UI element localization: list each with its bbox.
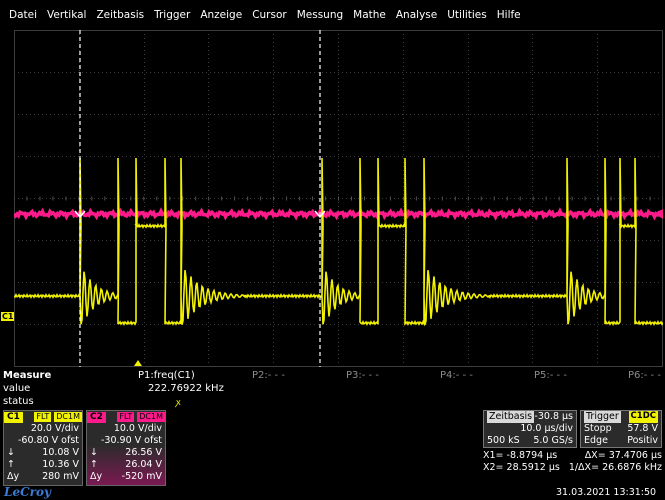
x2-value: 28.5912 µs — [506, 462, 560, 473]
channel-1-tag: C1 — [4, 411, 23, 423]
channel-1-panel[interactable]: C1 FLT DC1M 20.0 V/div -60.80 V ofst ↓ 10… — [3, 410, 83, 486]
datetime: 31.03.2021 13:31:50 — [556, 487, 657, 498]
p6-label[interactable]: P6:- - - — [628, 370, 661, 381]
channel-2-level-marker — [655, 209, 663, 219]
trigger-panel[interactable]: Trigger C1DC Stopp 57.8 V Edge Positiv — [580, 410, 662, 448]
c2-filter-badge: FLT — [117, 412, 135, 422]
c1-coupling-badge: DC1M — [54, 412, 82, 422]
c1-up-arrow: ↑ — [7, 459, 15, 470]
menu-vertikal[interactable]: Vertikal — [42, 9, 91, 21]
p3-label[interactable]: P3:- - - — [346, 370, 379, 381]
inv-dx-value: 26.6876 kHz — [602, 462, 662, 473]
c2-delta: -520 mV — [121, 471, 162, 482]
p4-label[interactable]: P4:- - - — [440, 370, 473, 381]
c1-cursor-2: 10.36 V — [42, 459, 79, 470]
menu-analyse[interactable]: Analyse — [391, 9, 442, 21]
menu-anzeige[interactable]: Anzeige — [195, 9, 247, 21]
dx-label: ΔX= — [584, 450, 606, 461]
c2-delta-label: Δy — [90, 471, 103, 482]
measure-panel: Measure value status P1:freq(C1) 222.769… — [0, 368, 665, 414]
c2-vdiv: 10.0 V/div — [113, 423, 162, 434]
timebase-samples: 500 kS — [487, 435, 520, 446]
menu-messung[interactable]: Messung — [292, 9, 348, 21]
cursor-readout: X1= -8.8794 µs ΔX= 37.4706 µs X2= 28.591… — [480, 450, 665, 478]
channel-1-trace — [14, 157, 663, 327]
p1-value: 222.76922 kHz — [148, 383, 224, 394]
p2-label[interactable]: P2:- - - — [252, 370, 285, 381]
trigger-level: 57.8 V — [627, 423, 658, 434]
trigger-time-marker — [134, 360, 142, 366]
menu-hilfe[interactable]: Hilfe — [492, 9, 526, 21]
c1-delta-label: Δy — [7, 471, 20, 482]
channel-2-panel[interactable]: C2 FLT DC1M 10.0 V/div -30.90 V ofst ↓ 26… — [86, 410, 166, 486]
c1-vdiv: 20.0 V/div — [30, 423, 79, 434]
menu-bar: Datei Vertikal Zeitbasis Trigger Anzeige Curs… — [0, 0, 665, 29]
channel-2-trace — [14, 207, 663, 221]
menu-datei[interactable]: Datei — [4, 9, 42, 21]
x1-label: X1= — [483, 450, 504, 461]
waveform-svg — [14, 30, 663, 367]
menu-mathe[interactable]: Mathe — [348, 9, 391, 21]
inv-dx-label: 1/ΔX= — [568, 462, 600, 473]
c1-offset: -60.80 V ofst — [18, 435, 79, 446]
measure-title[interactable]: Measure — [3, 370, 51, 381]
trigger-type: Edge — [584, 435, 608, 446]
lecroy-logo: LeCroy — [4, 485, 51, 499]
timebase-panel[interactable]: Zeitbasis -30.8 µs 10.0 µs/div 500 kS 5.0 … — [483, 410, 577, 448]
c2-coupling-badge: DC1M — [137, 412, 165, 422]
c2-cursor-2: 26.04 V — [125, 459, 162, 470]
waveform-display[interactable] — [14, 30, 663, 367]
c2-up-arrow: ↑ — [90, 459, 98, 470]
trigger-source: C1DC — [628, 411, 658, 423]
p1-status-icon: ꭗ — [176, 398, 181, 408]
channel-2-tag: C2 — [87, 411, 106, 423]
menu-utilities[interactable]: Utilities — [442, 9, 492, 21]
dx-value: 37.4706 µs — [608, 450, 662, 461]
menu-zeitbasis[interactable]: Zeitbasis — [91, 9, 149, 21]
status-label: status — [3, 396, 34, 407]
x2-label: X2= — [483, 462, 504, 473]
value-label: value — [3, 383, 31, 394]
c2-offset: -30.90 V ofst — [101, 435, 162, 446]
c1-down-arrow: ↓ — [7, 447, 15, 458]
trigger-slope: Positiv — [627, 435, 658, 446]
channel-1-ground-marker: C1 — [1, 312, 15, 321]
p5-label[interactable]: P5:- - - — [534, 370, 567, 381]
timebase-tdiv: 10.0 µs/div — [520, 423, 573, 434]
trigger-label: Trigger — [584, 411, 621, 423]
x1-value: -8.8794 µs — [506, 450, 558, 461]
c2-cursor-1: 26.56 V — [125, 447, 162, 458]
timebase-rate: 5.0 GS/s — [533, 435, 573, 446]
c1-filter-badge: FLT — [34, 412, 52, 422]
menu-cursor[interactable]: Cursor — [247, 9, 292, 21]
p1-label[interactable]: P1:freq(C1) — [138, 370, 195, 381]
trigger-mode: Stopp — [584, 423, 612, 434]
c1-delta: 280 mV — [42, 471, 79, 482]
timebase-delay: -30.8 µs — [534, 411, 573, 422]
c2-down-arrow: ↓ — [90, 447, 98, 458]
timebase-label: Zeitbasis — [487, 411, 535, 423]
menu-trigger[interactable]: Trigger — [149, 9, 195, 21]
c1-cursor-1: 10.08 V — [42, 447, 79, 458]
